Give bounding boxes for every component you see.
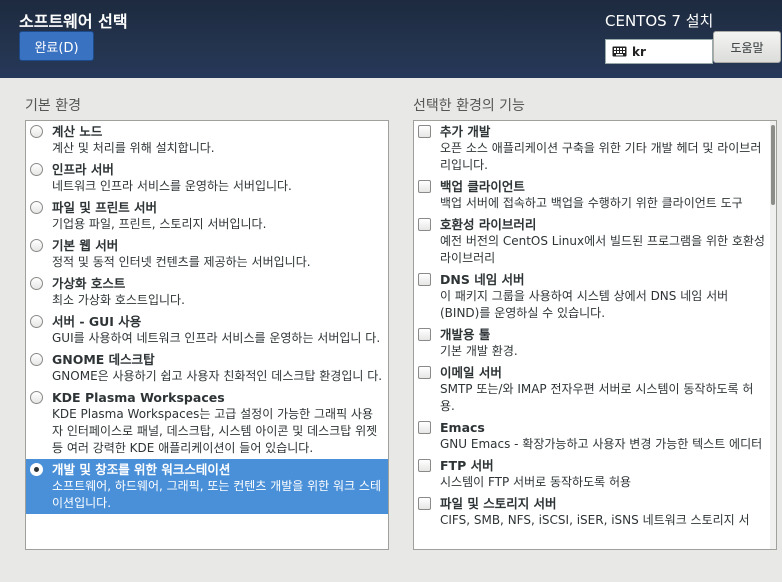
- addon-item[interactable]: 호환성 라이브러리 예전 버전의 CentOS Linux에서 빌드된 프로그램…: [414, 214, 769, 269]
- addon-item[interactable]: 추가 개발 오픈 소스 애플리케이션 구축을 위한 기타 개발 헤더 및 라이브…: [414, 121, 769, 176]
- help-button[interactable]: 도움말: [713, 31, 781, 63]
- addon-item[interactable]: Emacs GNU Emacs - 확장가능하고 사용자 변경 가능한 텍스트 …: [414, 417, 769, 455]
- env-item[interactable]: 인프라 서버 네트워크 인프라 서비스를 운영하는 서버입니다.: [26, 159, 388, 197]
- addon-item[interactable]: 백업 클라이언트 백업 서버에 접속하고 백업을 수행하기 위한 클라이언트 도…: [414, 176, 769, 214]
- env-item[interactable]: GNOME 데스크탑 GNOME은 사용하기 쉽고 사용자 친화적인 데스크탑 …: [26, 349, 388, 387]
- radio-button[interactable]: [30, 201, 43, 214]
- env-item[interactable]: 서버 - GUI 사용 GUI를 사용하여 네트워크 인프라 서비스를 운영하는…: [26, 311, 388, 349]
- env-item[interactable]: 파일 및 프린트 서버 기업용 파일, 프린트, 스토리지 서버입니다.: [26, 197, 388, 235]
- env-item[interactable]: 가상화 호스트 최소 가상화 호스트입니다.: [26, 273, 388, 311]
- base-environment-list: 계산 노드 계산 및 처리를 위해 설치합니다. 인프라 서버 네트워크 인프라…: [25, 120, 389, 550]
- addons-list: 추가 개발 오픈 소스 애플리케이션 구축을 위한 기타 개발 헤더 및 라이브…: [413, 120, 777, 550]
- addons-scrollbar[interactable]: [770, 121, 776, 549]
- install-title: CENTOS 7 설치: [605, 12, 714, 30]
- checkbox[interactable]: [418, 497, 431, 510]
- checkbox[interactable]: [418, 125, 431, 138]
- radio-button[interactable]: [30, 391, 43, 404]
- addon-item[interactable]: 개발용 툴 기본 개발 환경.: [414, 324, 769, 362]
- radio-button[interactable]: [30, 163, 43, 176]
- radio-button[interactable]: [30, 277, 43, 290]
- checkbox[interactable]: [418, 273, 431, 286]
- addon-item[interactable]: 이메일 서버 SMTP 또는/와 IMAP 전자우편 서버로 시스템이 동작하도…: [414, 362, 769, 417]
- radio-button[interactable]: [30, 315, 43, 328]
- checkbox[interactable]: [418, 459, 431, 472]
- header-bar: 소프트웨어 선택 완료(D) CENTOS 7 설치 kr 도움말: [0, 0, 782, 78]
- keyboard-layout-indicator[interactable]: kr: [605, 39, 713, 64]
- checkbox[interactable]: [418, 366, 431, 379]
- env-item-selected[interactable]: 개발 및 창조를 위한 워크스테이션 소프트웨어, 하드웨어, 그래픽, 또는 …: [26, 459, 388, 514]
- addon-item[interactable]: 파일 및 스토리지 서버 CIFS, SMB, NFS, iSCSI, iSER…: [414, 493, 769, 531]
- page-title: 소프트웨어 선택: [19, 12, 128, 31]
- radio-button[interactable]: [30, 125, 43, 138]
- radio-button-checked[interactable]: [30, 463, 43, 476]
- done-button[interactable]: 완료(D): [19, 31, 94, 61]
- checkbox[interactable]: [418, 180, 431, 193]
- radio-button[interactable]: [30, 239, 43, 252]
- addon-item[interactable]: FTP 서버 시스템이 FTP 서버로 동작하도록 허용: [414, 455, 769, 493]
- checkbox[interactable]: [418, 328, 431, 341]
- radio-button[interactable]: [30, 353, 43, 366]
- addon-item[interactable]: DNS 네임 서버 이 패키지 그룹을 사용하여 시스템 상에서 DNS 네임 …: [414, 269, 769, 324]
- checkbox[interactable]: [418, 218, 431, 231]
- addons-label: 선택한 환경의 기능: [413, 98, 525, 114]
- env-item[interactable]: 계산 노드 계산 및 처리를 위해 설치합니다.: [26, 121, 388, 159]
- env-item[interactable]: 기본 웹 서버 정적 및 동적 인터넷 컨텐츠를 제공하는 서버입니다.: [26, 235, 388, 273]
- env-item[interactable]: KDE Plasma Workspaces KDE Plasma Workspa…: [26, 387, 388, 459]
- keyboard-layout-value: kr: [632, 44, 646, 59]
- keyboard-icon: [612, 46, 627, 57]
- base-environment-label: 기본 환경: [25, 98, 81, 114]
- scrollbar-thumb[interactable]: [771, 125, 775, 205]
- checkbox[interactable]: [418, 421, 431, 434]
